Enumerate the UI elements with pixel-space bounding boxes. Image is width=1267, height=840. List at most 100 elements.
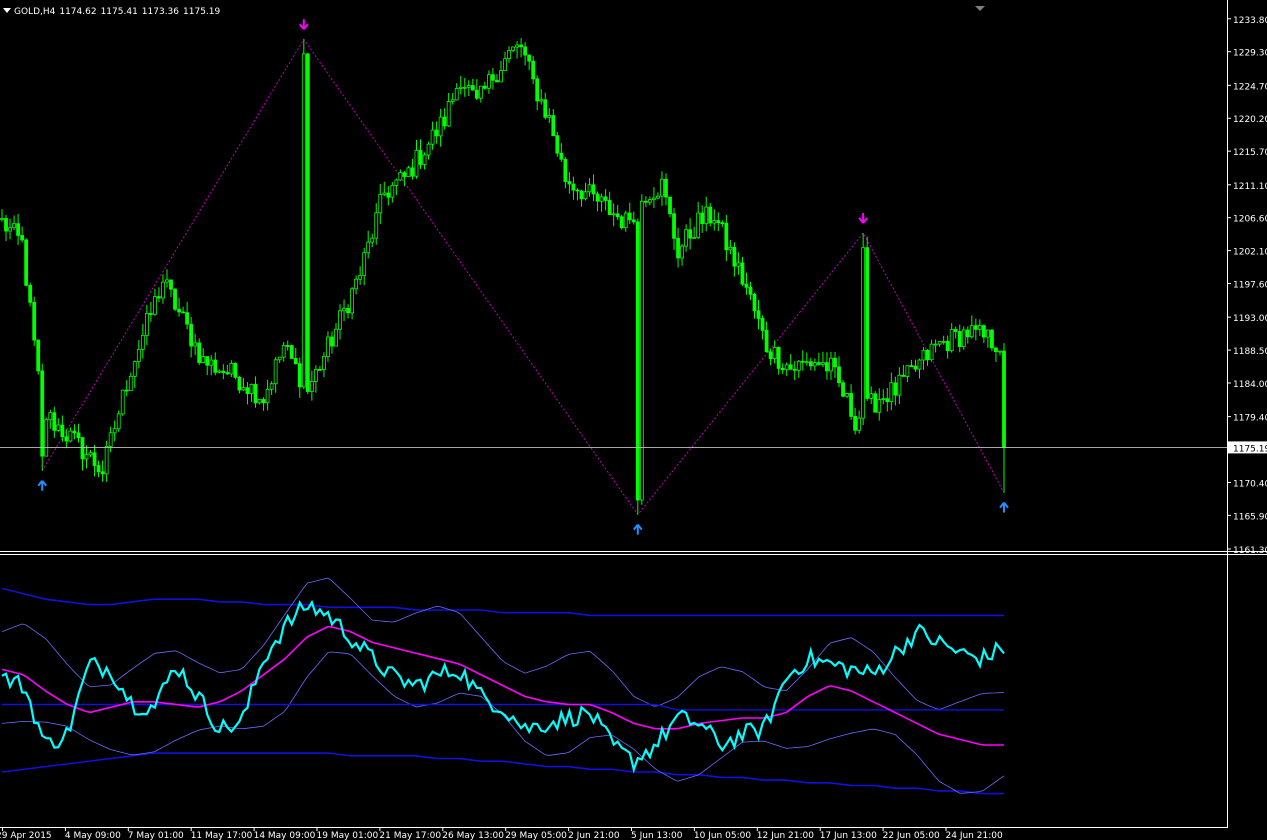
- candle-body: [780, 367, 785, 371]
- candle-body: [430, 129, 435, 145]
- candle-body: [728, 246, 733, 251]
- candle-body: [394, 179, 399, 186]
- time-tick-label: 29 Apr 2015: [0, 831, 52, 840]
- candle-body: [668, 196, 672, 215]
- candle-body: [318, 369, 322, 371]
- candle-body: [756, 310, 761, 319]
- candle-body: [889, 382, 894, 403]
- candle-body: [575, 189, 580, 192]
- candle-body: [837, 366, 841, 384]
- candle-body: [531, 60, 536, 80]
- candle-body: [672, 213, 676, 239]
- time-tick-label: 24 Jun 21:00: [946, 831, 1003, 840]
- chart-canvas[interactable]: 1233.80 1229.30 1224.70 1220.20 1215.70 1211.…: [0, 0, 1267, 840]
- time-tick-label: 5 Jun 13:00: [631, 831, 683, 840]
- candle-body: [410, 167, 415, 177]
- candle-body: [217, 370, 222, 373]
- candle-body: [539, 99, 544, 102]
- up-arrow-icon: [999, 502, 1009, 513]
- candle-body: [305, 53, 310, 392]
- candle-body: [684, 229, 688, 247]
- candle-body: [342, 307, 346, 312]
- candle-body: [249, 383, 254, 395]
- candle-body: [116, 413, 121, 430]
- outer-band-upper: [1, 587, 1004, 617]
- candle-body: [563, 158, 568, 182]
- candle-body: [833, 357, 837, 368]
- candle-body: [177, 308, 181, 313]
- candle-body: [603, 196, 608, 201]
- price-tick-label: 1229.30: [1233, 49, 1267, 59]
- candle-body: [4, 218, 8, 232]
- time-tick-label: 26 May 13:00: [442, 831, 504, 840]
- chart-shift-marker[interactable]: [975, 6, 985, 11]
- candle-body: [656, 195, 660, 199]
- candle-body: [857, 417, 862, 431]
- candle-body: [607, 200, 612, 216]
- candle-body: [599, 196, 604, 202]
- candle-body: [519, 44, 524, 48]
- candle-body: [422, 154, 427, 165]
- candle-body: [438, 116, 443, 137]
- candle-body: [92, 452, 97, 466]
- candle-body: [229, 363, 234, 375]
- time-tick-label: 10 Jun 05:00: [694, 831, 751, 840]
- time-tick-label: 12 Jun 21:00: [757, 831, 814, 840]
- candle-body: [189, 323, 194, 347]
- candle-body: [567, 181, 572, 185]
- candle-body: [680, 245, 684, 259]
- price-tick-label: 1184.00: [1233, 380, 1267, 390]
- time-tick-label: 21 May 17:00: [379, 831, 441, 840]
- candle-body: [346, 307, 350, 314]
- candle-body: [631, 219, 636, 223]
- candle-body: [885, 398, 890, 403]
- candle-body: [32, 301, 37, 341]
- time-tick-label: 7 May 01:00: [128, 831, 184, 840]
- candle-body: [571, 183, 576, 191]
- candle-body: [326, 336, 330, 357]
- candle-body: [595, 193, 600, 202]
- price-tick-label: 1202.10: [1233, 248, 1267, 258]
- chart-window[interactable]: GOLD,H4 1174.62 1175.41 1173.36 1175.19 1233…: [0, 0, 1267, 840]
- candle-body: [277, 356, 282, 361]
- time-tick-label: 4 May 09:00: [65, 831, 121, 840]
- candle-body: [825, 362, 829, 372]
- candle-body: [893, 382, 898, 396]
- candle-body: [941, 340, 946, 343]
- candle-body: [56, 424, 61, 431]
- current-price-label: 1175.19: [1233, 444, 1267, 454]
- candle-body: [784, 364, 789, 371]
- candle-body: [281, 345, 286, 358]
- candle-body: [897, 374, 902, 396]
- candle-body: [917, 359, 922, 370]
- candle-body: [285, 345, 290, 347]
- candle-body: [511, 46, 515, 51]
- candle-body: [474, 89, 479, 99]
- candle-body: [804, 361, 809, 364]
- candle-body: [660, 178, 664, 197]
- candle-body: [253, 383, 258, 404]
- candle-body: [84, 454, 89, 460]
- candle-body: [495, 79, 499, 83]
- price-tick-label: 1165.90: [1233, 512, 1267, 522]
- candle-body: [760, 318, 765, 331]
- candle-body: [414, 150, 419, 177]
- candle-body: [458, 86, 463, 89]
- candle-body: [153, 296, 157, 315]
- candle-body: [869, 393, 874, 399]
- candle-body: [257, 399, 262, 404]
- candle-body: [293, 357, 298, 365]
- price-tick-label: 1233.80: [1233, 16, 1267, 26]
- candle-body: [752, 293, 757, 312]
- candle-body: [426, 143, 431, 156]
- candle-body: [788, 364, 793, 370]
- candle-body: [148, 313, 153, 315]
- candle-body: [104, 445, 109, 475]
- candle-body: [664, 178, 668, 198]
- inner-band-lower: [1, 651, 1005, 794]
- candle-body: [676, 237, 680, 259]
- candle-body: [181, 311, 185, 314]
- candle-body: [80, 437, 85, 460]
- candle-body: [354, 278, 359, 290]
- candle-body: [297, 363, 302, 388]
